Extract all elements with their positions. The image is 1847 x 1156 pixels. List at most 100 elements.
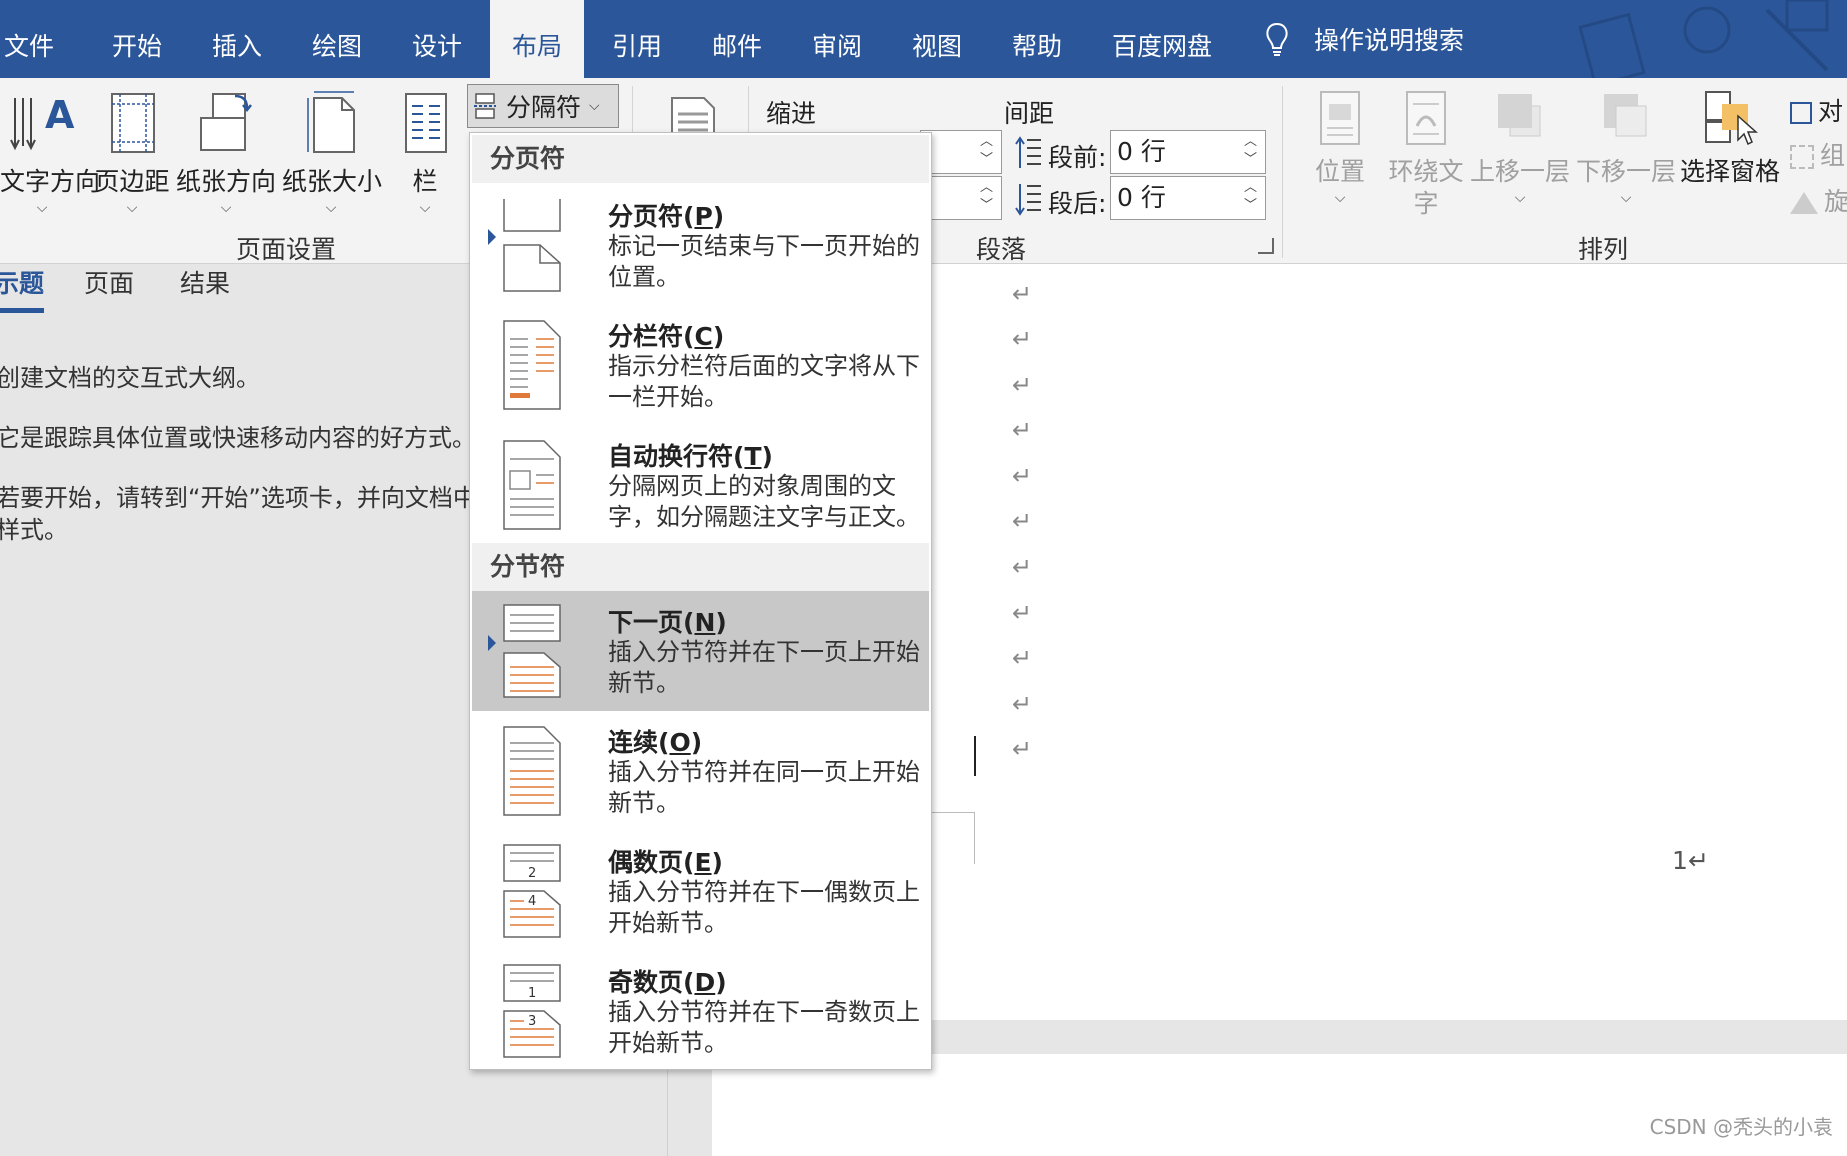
menu-item-title: 自动换行符(T) xyxy=(608,442,773,471)
even-page-section-icon: 2 4 xyxy=(503,844,561,938)
align-label: 对 xyxy=(1818,97,1844,126)
tab-baidu-netdisk[interactable]: 百度网盘 xyxy=(1112,0,1212,78)
columns-button[interactable]: 栏 ⌵ xyxy=(398,88,452,216)
svg-text:3: 3 xyxy=(528,1014,536,1029)
tab-layout[interactable]: 布局 xyxy=(490,0,585,78)
send-backward-button[interactable]: 下移一层 ⌵ xyxy=(1576,88,1676,206)
paragraph-mark: ↵ xyxy=(1012,553,1033,581)
text-direction-icon: A xyxy=(10,93,75,151)
chevron-down-icon: ⌵ xyxy=(1620,190,1632,206)
page-number: 1↵ xyxy=(1672,846,1709,875)
ribbon-separator xyxy=(1282,86,1283,258)
page-setup-group-label: 页面设置 xyxy=(236,235,337,264)
tell-me-search[interactable]: 操作说明搜索 xyxy=(1262,0,1464,78)
indent-right-field[interactable]: ︿ ﹀ xyxy=(920,176,1002,220)
menu-item-even-page[interactable]: 2 4 偶数页(E) 插入分节符并在下一偶数页上开始新节。 xyxy=(472,831,929,951)
watermark: CSDN @秃头的小袁 xyxy=(1649,1115,1833,1139)
position-button[interactable]: 位置 ⌵ xyxy=(1312,88,1368,206)
spacing-before-label: 段前: xyxy=(1048,143,1107,172)
nav-tab-headings[interactable]: 示题 xyxy=(0,264,45,313)
chevron-down-icon: ⌵ xyxy=(1334,190,1346,206)
spacing-after-field[interactable]: 0 行 ︿ ﹀ xyxy=(1110,176,1266,220)
tab-mailings[interactable]: 邮件 xyxy=(712,0,762,78)
search-label: 操作说明搜索 xyxy=(1314,26,1465,55)
group-button[interactable]: 组 xyxy=(1790,136,1845,172)
align-button[interactable]: 对 xyxy=(1790,92,1843,128)
tab-references[interactable]: 引用 xyxy=(612,0,662,78)
spin-arrows-icon[interactable]: ︿ ﹀ xyxy=(980,133,993,169)
spin-arrows-icon[interactable]: ︿ ﹀ xyxy=(1244,133,1257,169)
tab-design[interactable]: 设计 xyxy=(412,0,462,78)
nav-tab-pages[interactable]: 页面 xyxy=(84,264,134,300)
margins-button[interactable]: 页边距 ⌵ xyxy=(94,88,170,216)
breaks-menu: 分页符 分页符(P) 标记一页结束与下一页开始的位置。 分栏符(C) 指示分栏符… xyxy=(469,132,932,1070)
breaks-label: 分隔符 xyxy=(506,93,582,122)
rotate-label: 旋 xyxy=(1824,187,1847,216)
wrap-text-button[interactable]: 环绕文 字 xyxy=(1386,88,1466,220)
breaks-button[interactable]: 分隔符 ⌵ xyxy=(467,84,619,128)
nav-tab-results[interactable]: 结果 xyxy=(180,264,230,300)
menu-item-column-break[interactable]: 分栏符(C) 指示分栏符后面的文字将从下一栏开始。 xyxy=(472,305,929,425)
ribbon-tab-bar: 文件 开始 插入 绘图 设计 布局 引用 邮件 审阅 视图 帮助 百度网盘 操作… xyxy=(0,0,1847,78)
page-size-label: 纸张大小 xyxy=(282,167,383,196)
tab-help[interactable]: 帮助 xyxy=(1012,0,1062,78)
nav-hint-line: 若要开始，请转到“开始”选项卡，并向文档中的 xyxy=(0,484,501,512)
rotate-button[interactable]: 旋 xyxy=(1790,182,1847,218)
orientation-button[interactable]: 纸张方向 ⌵ xyxy=(176,88,276,216)
bring-forward-icon xyxy=(1498,94,1541,137)
paragraph-mark: ↵ xyxy=(1012,644,1033,672)
menu-item-description: 插入分节符并在同一页上开始新节。 xyxy=(608,758,920,817)
svg-text:1: 1 xyxy=(528,986,536,1001)
selection-pane-button[interactable]: 选择窗格 xyxy=(1680,88,1780,188)
spin-arrows-icon[interactable]: ︿ ﹀ xyxy=(980,179,993,215)
chevron-down-icon: ⌵ xyxy=(589,98,600,114)
menu-item-text-wrapping-break[interactable]: 自动换行符(T) 分隔网页上的对象周围的文字，如分隔题注文字与正文。 xyxy=(472,425,929,545)
paragraph-group-label: 段落 xyxy=(976,235,1027,264)
next-page-section-icon xyxy=(503,604,561,698)
send-backward-icon xyxy=(1604,94,1647,137)
spacing-before-field[interactable]: 0 行 ︿ ﹀ xyxy=(1110,130,1266,174)
menu-item-next-page[interactable]: 下一页(N) 插入分节符并在下一页上开始新节。 xyxy=(472,591,929,711)
chevron-down-icon: ⌵ xyxy=(126,200,138,216)
continuous-section-icon xyxy=(503,726,561,816)
tab-draw[interactable]: 绘图 xyxy=(312,0,362,78)
menu-item-page-break[interactable]: 分页符(P) 标记一页结束与下一页开始的位置。 xyxy=(472,185,929,305)
indent-label: 缩进 xyxy=(766,99,817,128)
tab-view[interactable]: 视图 xyxy=(912,0,962,78)
odd-page-section-icon: 1 3 xyxy=(503,964,561,1058)
paragraph-mark: ↵ xyxy=(1012,325,1033,353)
menu-item-title: 奇数页(D) xyxy=(608,968,727,997)
group-label: 组 xyxy=(1820,141,1846,170)
page-size-button[interactable]: 纸张大小 ⌵ xyxy=(282,88,383,216)
svg-text:A: A xyxy=(45,93,75,137)
nav-hint-line: 样式。 xyxy=(0,516,68,544)
menu-item-odd-page[interactable]: 1 3 奇数页(D) 插入分节符并在下一奇数页上开始新节。 xyxy=(472,951,929,1071)
chevron-down-icon: ⌵ xyxy=(220,200,232,216)
menu-item-description: 分隔网页上的对象周围的文字，如分隔题注文字与正文。 xyxy=(608,472,920,531)
menu-item-title: 分页符(P) xyxy=(608,202,725,231)
bring-forward-button[interactable]: 上移一层 ⌵ xyxy=(1470,88,1570,206)
spacing-after-icon xyxy=(1015,184,1041,216)
column-break-icon xyxy=(503,320,561,410)
tab-home[interactable]: 开始 xyxy=(112,0,162,78)
arrange-group-label: 排列 xyxy=(1578,235,1629,264)
paragraph-dialog-launcher-icon[interactable] xyxy=(1258,238,1274,254)
chevron-down-icon: ⌵ xyxy=(1514,190,1526,206)
nav-hint-line: 它是跟踪具体位置或快速移动内容的好方式。 xyxy=(0,424,476,452)
text-direction-button[interactable]: A 文字方向 ⌵ xyxy=(0,88,101,216)
selection-marker-icon xyxy=(488,229,496,245)
group-icon xyxy=(1790,145,1814,169)
indent-left-field[interactable]: ︿ ﹀ xyxy=(920,130,1002,174)
tab-review[interactable]: 审阅 xyxy=(812,0,862,78)
bring-forward-label: 上移一层 xyxy=(1470,157,1571,186)
menu-item-description: 插入分节符并在下一偶数页上开始新节。 xyxy=(608,878,920,937)
spacing-after-value: 0 行 xyxy=(1117,183,1166,212)
tab-insert[interactable]: 插入 xyxy=(212,0,262,78)
text-direction-label: 文字方向 xyxy=(0,167,101,196)
section-breaks-section-header: 分节符 xyxy=(472,543,929,591)
menu-item-continuous[interactable]: 连续(O) 插入分节符并在同一页上开始新节。 xyxy=(472,711,929,831)
spin-arrows-icon[interactable]: ︿ ﹀ xyxy=(1244,179,1257,215)
svg-text:4: 4 xyxy=(528,894,536,909)
tab-file[interactable]: 文件 xyxy=(4,0,54,78)
menu-item-description: 标记一页结束与下一页开始的位置。 xyxy=(608,232,920,291)
